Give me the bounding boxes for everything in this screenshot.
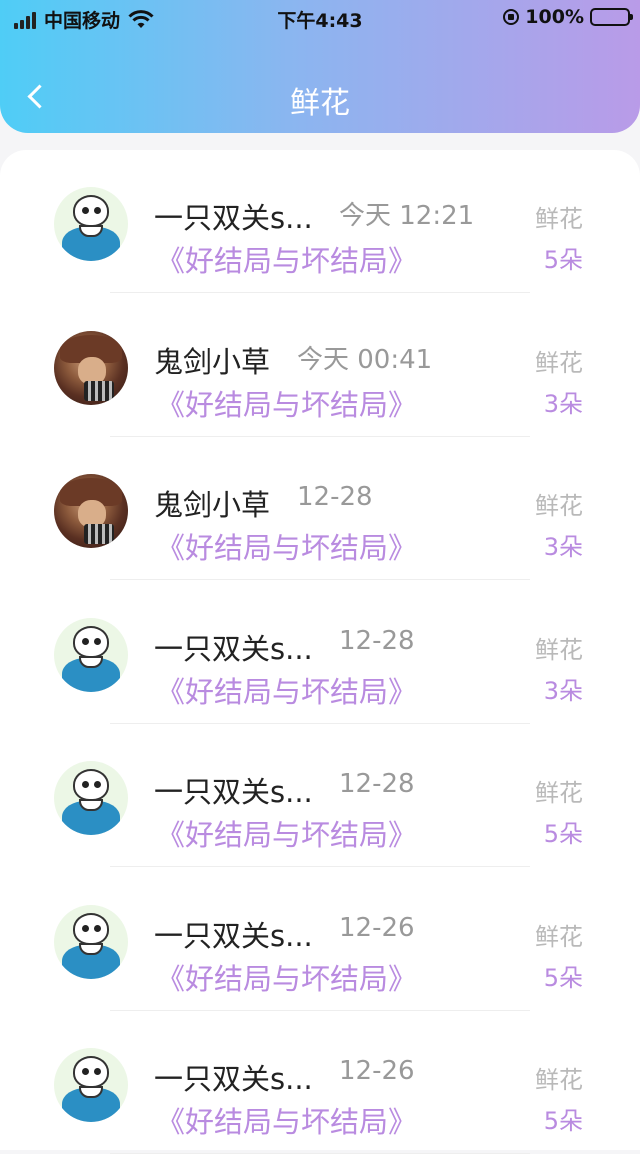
user-name: 一只双关s... — [154, 918, 313, 953]
book-title-link[interactable]: 《好结局与坏结局》 — [156, 1099, 417, 1141]
timestamp: 12-28 — [297, 482, 373, 512]
gift-type-label: 鲜花 — [535, 205, 583, 233]
gift-count: 5朵 — [543, 820, 583, 848]
timestamp: 12-26 — [339, 912, 415, 943]
timestamp: 12-28 — [339, 625, 415, 656]
book-title-link[interactable]: 《好结局与坏结局》 — [156, 812, 417, 854]
sans-avatar[interactable] — [54, 904, 128, 979]
timestamp: 今天 00:41 — [297, 344, 433, 375]
book-title-link[interactable]: 《好结局与坏结局》 — [156, 956, 417, 998]
gift-type-label: 鲜花 — [535, 348, 583, 377]
sans-avatar[interactable] — [54, 1048, 128, 1122]
book-title-link[interactable]: 《好结局与坏结局》 — [156, 525, 417, 567]
list-item[interactable]: 鬼剑小草 今天 00:41 《好结局与坏结局》 鲜花 3朵 — [0, 294, 640, 437]
sans-avatar[interactable] — [54, 187, 128, 261]
status-right: 100% — [503, 6, 633, 28]
timestamp: 12-26 — [339, 1056, 415, 1086]
book-title-link[interactable]: 《好结局与坏结局》 — [156, 382, 417, 424]
user-name: 一只双关s... — [154, 631, 313, 666]
gift-type-label: 鲜花 — [535, 922, 583, 951]
battery-percent: 100% — [525, 6, 584, 28]
gift-type-label: 鲜花 — [535, 492, 583, 520]
user-name: 鬼剑小草 — [154, 344, 271, 379]
list-item[interactable]: 一只双关s... 12-26 《好结局与坏结局》 鲜花 5朵 — [0, 868, 640, 1011]
header-bar: 中国移动 下午4:43 100% 鲜花 — [0, 0, 640, 133]
list-item[interactable]: 鬼剑小草 12-28 《好结局与坏结局》 鲜花 3朵 — [0, 437, 640, 580]
book-title-link[interactable]: 《好结局与坏结局》 — [156, 669, 417, 711]
sans-avatar[interactable] — [54, 761, 128, 835]
gift-type-label: 鲜花 — [535, 779, 583, 807]
gift-type-label: 鲜花 — [535, 635, 583, 664]
flower-record-list: 一只双关s... 今天 12:21 《好结局与坏结局》 鲜花 5朵 鬼剑小草 今天 00:4… — [0, 150, 640, 1154]
list-item[interactable]: 一只双关s... 12-26 《好结局与坏结局》 鲜花 5朵 — [0, 1011, 640, 1154]
gift-count: 3朵 — [543, 389, 583, 418]
hunter-avatar[interactable] — [54, 330, 128, 405]
sans-avatar[interactable] — [54, 617, 128, 692]
user-name: 鬼剑小草 — [154, 488, 271, 522]
status-bar: 中国移动 下午4:43 100% — [0, 0, 640, 36]
timestamp: 12-28 — [339, 769, 415, 799]
list-item[interactable]: 一只双关s... 今天 12:21 《好结局与坏结局》 鲜花 5朵 — [0, 150, 640, 293]
timestamp: 今天 12:21 — [339, 201, 475, 231]
gift-count: 5朵 — [543, 963, 583, 992]
list-item[interactable]: 一只双关s... 12-28 《好结局与坏结局》 鲜花 5朵 — [0, 724, 640, 867]
battery-icon — [590, 8, 633, 26]
user-name: 一只双关s... — [154, 201, 313, 235]
book-title-link[interactable]: 《好结局与坏结局》 — [156, 238, 417, 280]
hunter-avatar[interactable] — [54, 474, 128, 548]
gift-count: 5朵 — [543, 1107, 583, 1135]
gift-count: 3朵 — [543, 533, 583, 561]
user-name: 一只双关s... — [154, 1062, 313, 1096]
gift-count: 5朵 — [543, 246, 583, 274]
rotation-lock-icon — [503, 9, 520, 25]
page-title: 鲜花 — [290, 86, 350, 121]
user-name: 一只双关s... — [154, 775, 313, 809]
gift-count: 3朵 — [543, 676, 583, 705]
gift-type-label: 鲜花 — [535, 1066, 583, 1094]
list-item[interactable]: 一只双关s... 12-28 《好结局与坏结局》 鲜花 3朵 — [0, 581, 640, 724]
